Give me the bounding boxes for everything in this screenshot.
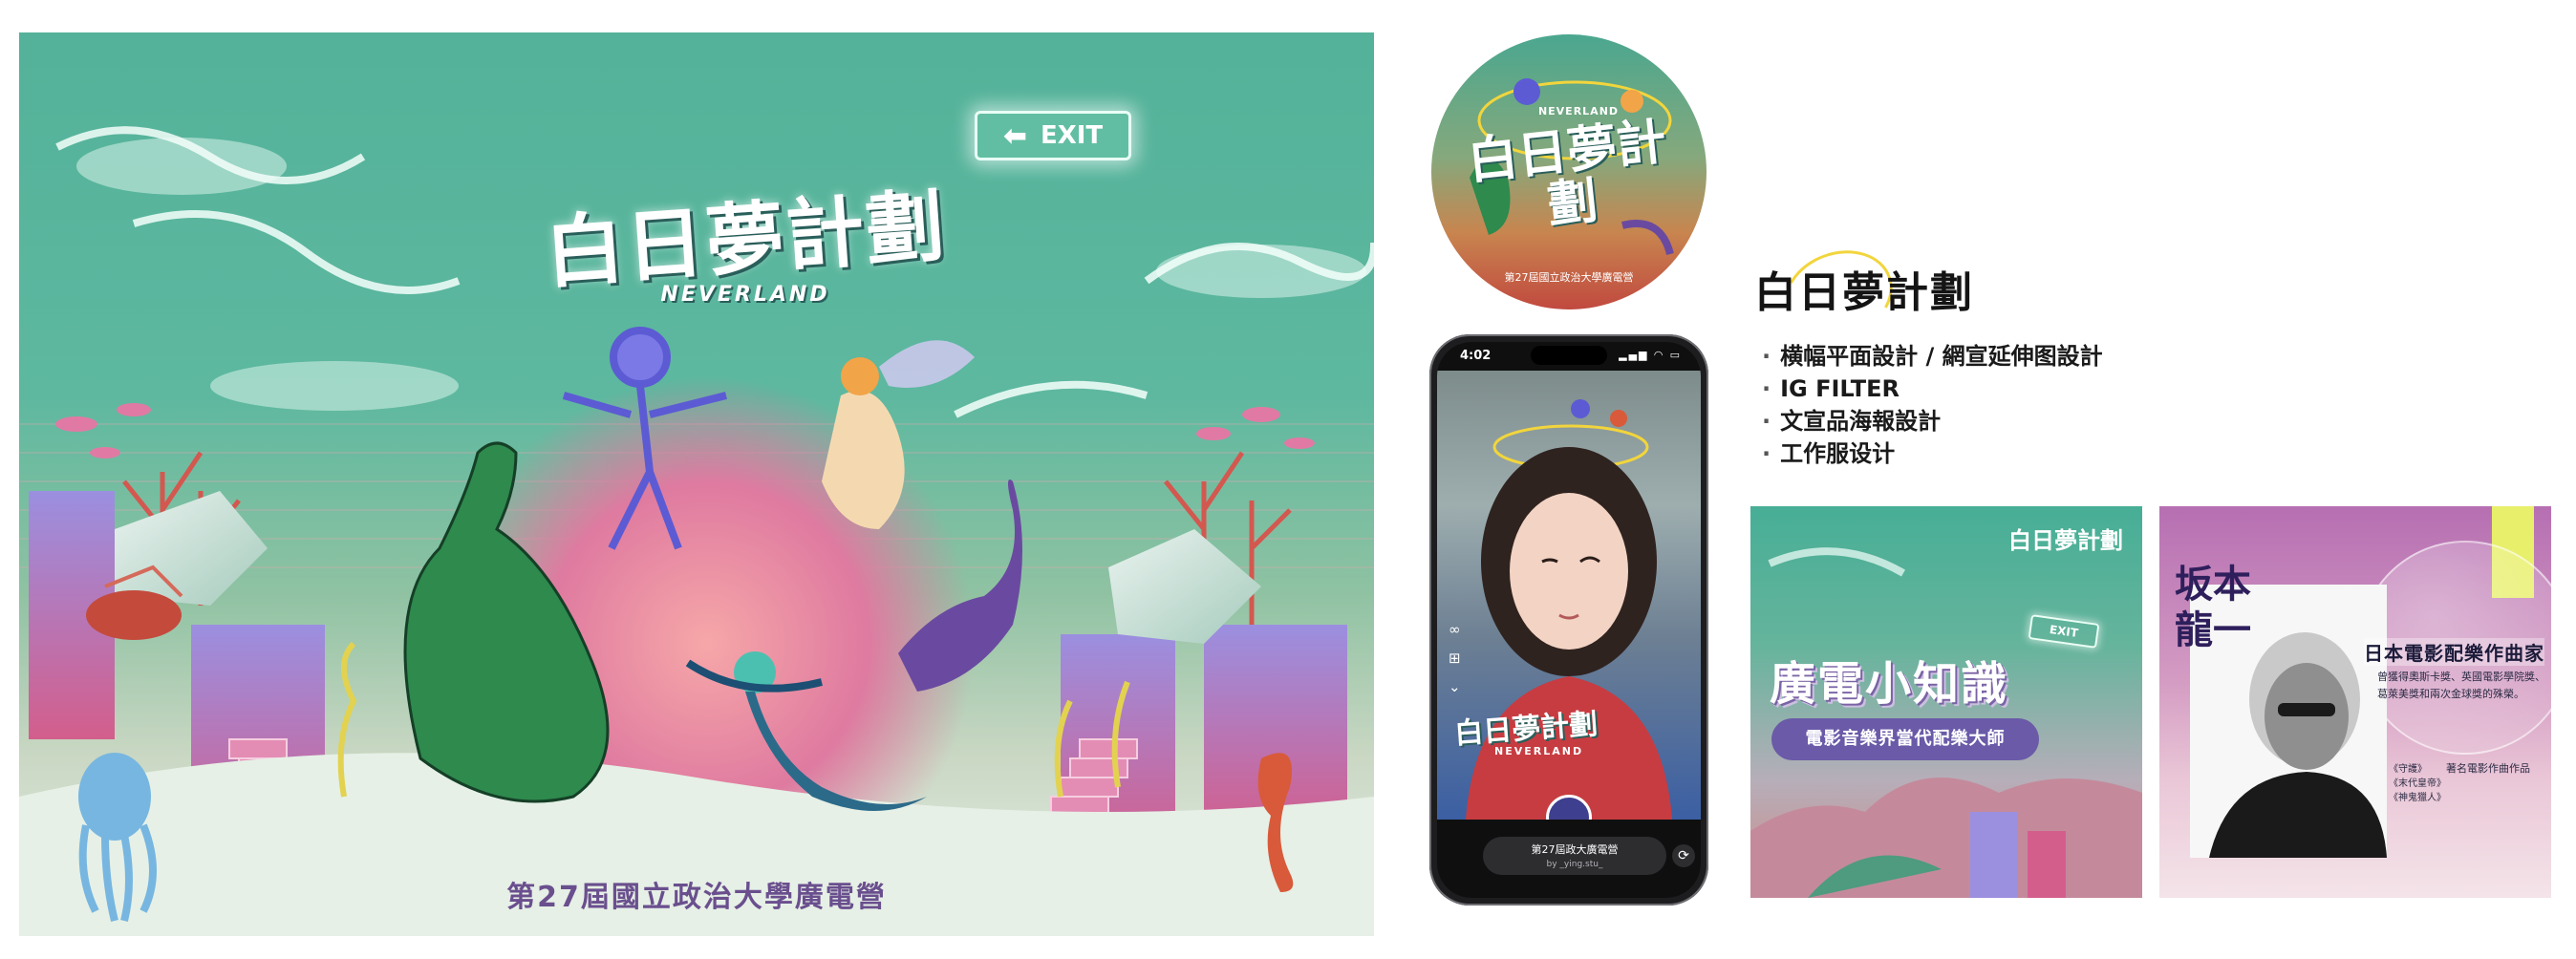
ig-post-headline: 廣電小知識 [1770,657,2009,711]
flip-camera-icon[interactable]: ⟳ [1672,844,1695,867]
profile-role: 日本電影配樂作曲家 [2364,638,2544,666]
filter-info-pill[interactable]: 第27屆政大廣電營 by _ying.stu_ [1483,837,1666,875]
layout-icon[interactable]: ⊞ [1449,644,1471,672]
round-sticker: NEVERLAND 白日夢計劃 第27屆國立政治大學廣電營 [1431,34,1707,309]
filter-name: 第27屆政大廣電營 [1531,843,1619,856]
phone-notch [1531,346,1607,365]
exit-sign: ⬅ EXIT [975,111,1131,160]
sticker-logo: 白日夢計劃 [1465,112,1669,235]
list-item: · 文宣品海報設計 [1762,408,1942,435]
exit-sign-label: EXIT [1040,121,1104,150]
poster-illustration [19,126,1374,936]
phone-bottom-bar: 第27屆政大廣電營 by _ying.stu_ ⟳ [1437,820,1701,898]
signal-wifi-battery-icon: ▂▄▆ ◠ ▭ [1619,349,1682,361]
ig-post-pill: 電影音樂界當代配樂大師 [1771,718,2039,760]
profile-name: 坂本龍一 [2175,563,2251,652]
ig-post-corner-logo: 白日夢計劃 [2008,526,2123,554]
main-poster: ⬅ EXIT 白日夢計劃 NEVERLAND 第27屆國立政治大學廣電營 [19,32,1374,936]
project-list: · 横幅平面設計 / 網宣延伸图設計 · IG FILTER · 文宣品海報設計 · 工… [1762,340,2103,470]
chevron-down-icon[interactable]: ⌄ [1449,672,1471,701]
profile-description: 曾獲得奧斯卡獎、英國電影學院獎、葛萊美獎和兩次金球獎的殊榮。 [2377,671,2545,700]
status-bar: 4:02 ▂▄▆ ◠ ▭ [1437,342,1701,371]
phone-screen: 4:02 ▂▄▆ ◠ ▭ 白日夢計劃 NEVERLAND ∞ ⊞ ⌄ 第27屆政… [1437,342,1701,898]
filter-author: by _ying.stu_ [1546,860,1603,869]
fairy-figure [822,340,975,529]
infinity-icon[interactable]: ∞ [1449,615,1471,644]
arrow-left-icon: ⬅ [1002,118,1027,153]
project-title: 白日夢計劃 [1754,268,1974,317]
ig-post-trivia: 白日夢計劃 EXIT 廣電小知識 電影音樂界當代配樂大師 [1750,506,2142,898]
poster-footer: 第27屆國立政治大學廣電營 [506,881,887,914]
sticker-logo-sub: NEVERLAND [1537,105,1620,117]
work-item: 《末代皇帝》 [2389,778,2446,789]
status-time: 4:02 [1460,349,1492,363]
filter-logo-sub: NEVERLAND [1494,745,1584,757]
list-item: · 横幅平面設計 / 網宣延伸图設計 [1762,343,2103,370]
phone-mockup: 4:02 ▂▄▆ ◠ ▭ 白日夢計劃 NEVERLAND ∞ ⊞ ⌄ 第27屆政… [1429,334,1708,906]
camera-view: 白日夢計劃 NEVERLAND ∞ ⊞ ⌄ [1437,371,1701,841]
profile-works: 《守護》 《末代皇帝》 《神鬼獵人》 [2389,762,2446,805]
poster-logo-sub: NEVERLAND [660,283,830,307]
work-item: 《守護》 [2389,764,2427,775]
list-item: · IG FILTER [1762,375,1900,402]
list-item: · 工作服设计 [1762,440,1896,467]
work-item: 《神鬼獵人》 [2389,793,2446,803]
ig-post-profile: 坂本龍一 日本電影配樂作曲家 曾獲得奧斯卡獎、英國電影學院獎、葛萊美獎和兩次金球… [2159,506,2551,898]
side-controls: ∞ ⊞ ⌄ [1449,615,1471,701]
profile-works-tag: 著名電影作曲作品 [2446,762,2530,775]
sticker-footer: 第27屆國立政治大學廣電營 [1504,271,1634,284]
